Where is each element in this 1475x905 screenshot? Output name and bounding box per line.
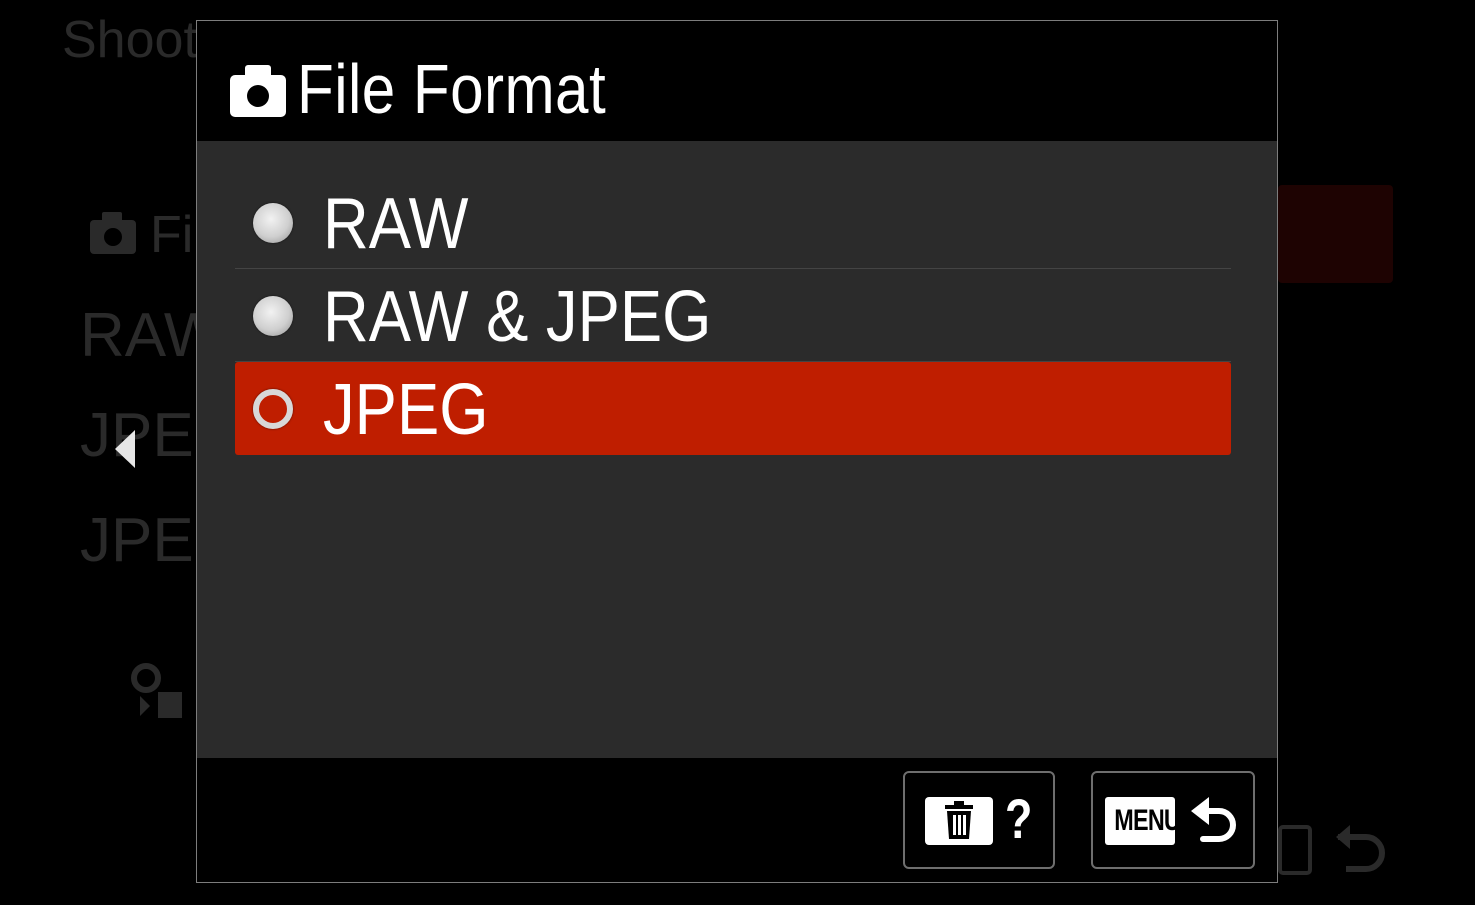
- option-raw[interactable]: RAW: [235, 176, 1231, 269]
- background-highlight: [1278, 185, 1393, 283]
- dialog-footer: ? MENU: [197, 758, 1277, 882]
- camera-icon: [230, 65, 286, 117]
- dialog-header: File Format: [197, 21, 1277, 141]
- radio-selected-icon: [253, 389, 293, 429]
- file-format-dialog: File Format RAW RAW & JPEG JPEG ? MENU: [196, 20, 1278, 883]
- option-raw-jpeg[interactable]: RAW & JPEG: [235, 269, 1231, 362]
- help-question-mark: ?: [1005, 787, 1033, 850]
- menu-label: MENU: [1114, 804, 1181, 837]
- radio-button-icon: [253, 203, 293, 243]
- dialog-title: File Format: [297, 50, 607, 128]
- trash-icon: [925, 797, 993, 845]
- background-footer-icons: [1278, 825, 1385, 875]
- menu-back-button[interactable]: MENU: [1091, 771, 1255, 869]
- background-settings-icon: [131, 663, 182, 718]
- background-menu-title: Shoot: [62, 11, 198, 69]
- background-camera-icon: [90, 212, 136, 254]
- option-label: RAW & JPEG: [323, 277, 712, 357]
- help-button[interactable]: ?: [903, 771, 1055, 869]
- background-item-label: Fi: [150, 206, 194, 264]
- return-arrow-icon: [1191, 797, 1236, 842]
- option-label: JPEG: [323, 370, 489, 450]
- menu-label-box: MENU: [1105, 797, 1181, 845]
- option-label: RAW: [323, 184, 469, 264]
- radio-button-icon: [253, 296, 293, 336]
- file-format-options: RAW RAW & JPEG JPEG: [235, 176, 1231, 455]
- option-jpeg[interactable]: JPEG: [235, 362, 1231, 455]
- left-arrow-icon[interactable]: [115, 430, 135, 468]
